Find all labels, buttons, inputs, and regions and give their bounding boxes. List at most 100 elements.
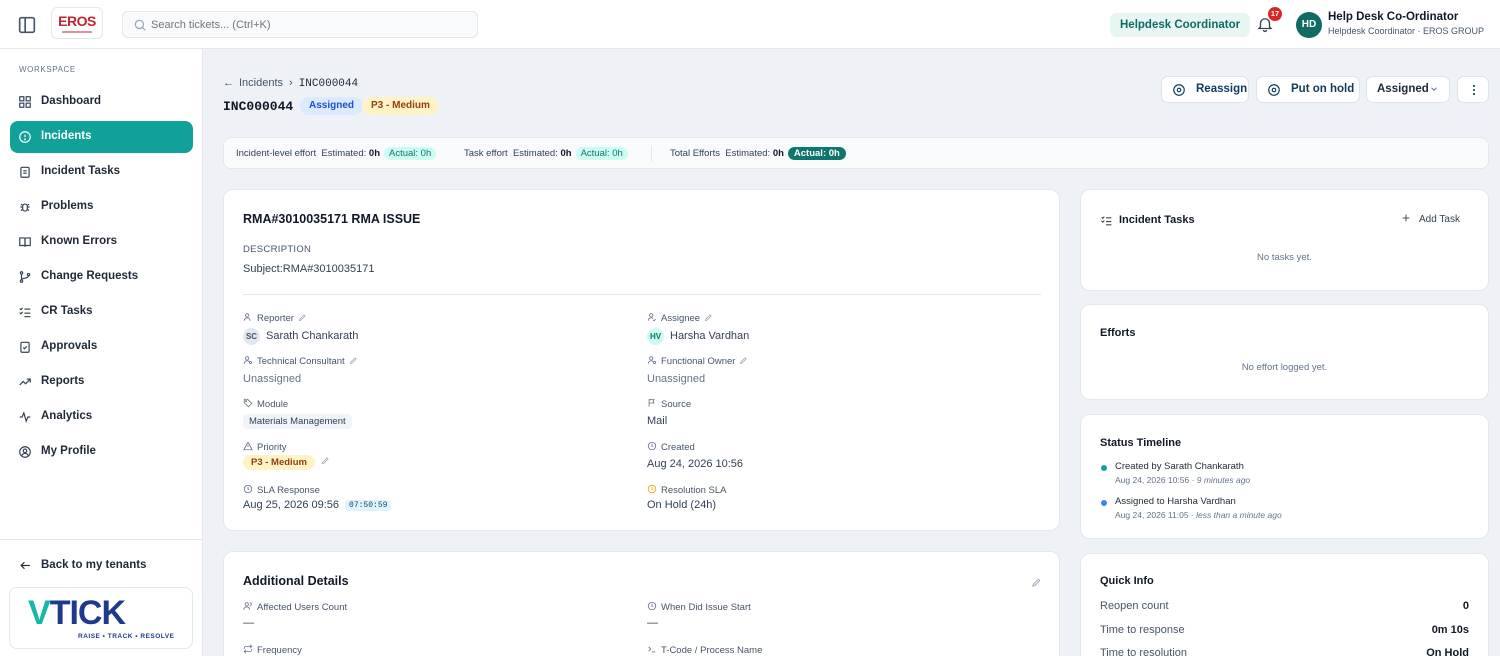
sidebar-item-dashboard[interactable]: Dashboard: [10, 86, 193, 118]
company-logo[interactable]: EROS: [51, 7, 103, 39]
edit-priority-icon[interactable]: [321, 456, 330, 465]
clock-icon: [647, 441, 657, 451]
bug-icon: [20, 203, 30, 212]
created-value: Aug 24, 2026 10:56: [647, 458, 744, 470]
effort-summary-bar: Incident-level effort Estimated: 0h Actua…: [223, 137, 1489, 169]
priority-value[interactable]: P3 - Medium: [243, 455, 330, 470]
module-label: Module: [257, 399, 289, 410]
total-effort: Total Efforts Estimated: 0h Actual: 0h: [670, 147, 846, 160]
edit-additional-details-icon[interactable]: [1031, 577, 1042, 588]
description-label: DESCRIPTION: [243, 244, 312, 255]
timeline-ago: less than a minute ago: [1196, 510, 1282, 520]
priority-label: Priority: [257, 442, 287, 453]
sidebar-item-change-requests[interactable]: Change Requests: [10, 261, 193, 293]
book-icon: [19, 237, 31, 247]
resolution-sla-label: Resolution SLA: [661, 485, 727, 496]
brand-wordmark: VTICK: [28, 594, 126, 633]
sidebar-item-my-profile[interactable]: My Profile: [10, 436, 193, 468]
arrow-left-icon: [20, 561, 30, 570]
vtick-brand-logo: VTICK RAISE • TRACK • RESOLVE: [9, 587, 193, 649]
add-task-button[interactable]: Add Task: [1401, 213, 1460, 225]
status-select[interactable]: Assigned: [1366, 76, 1450, 103]
repeat-icon: [243, 644, 253, 654]
assignee-name: Harsha Vardhan: [670, 330, 750, 342]
timeline-dot: [1101, 465, 1107, 471]
chevron-right-icon: ›: [289, 77, 293, 89]
additional-details-card: Additional Details Affected Users Count …: [223, 551, 1060, 656]
details-divider: [243, 294, 1041, 295]
user-cog-icon: [243, 356, 252, 364]
sidebar-item-problems[interactable]: Problems: [10, 191, 193, 223]
edit-assignee-icon[interactable]: [704, 313, 713, 322]
sla-response-field-label: SLA Response: [243, 484, 320, 496]
sidebar-item-incident-tasks[interactable]: Incident Tasks: [10, 156, 193, 188]
sla-response-date: Aug 25, 2026 09:56: [243, 499, 340, 511]
back-to-tenants-link[interactable]: Back to my tenants: [19, 559, 146, 571]
search-input[interactable]: [151, 16, 461, 34]
total-actual-badge: Actual: 0h: [787, 147, 846, 160]
clock-icon: [243, 484, 253, 494]
role-chip[interactable]: Helpdesk Coordinator: [1110, 13, 1251, 37]
affected-users-field-label: Affected Users Count: [243, 601, 347, 613]
source-label: Source: [661, 399, 692, 410]
frequency-label: Frequency: [257, 645, 302, 656]
sidebar-item-known-errors[interactable]: Known Errors: [10, 226, 193, 258]
hold-label: Put on hold: [1291, 83, 1355, 95]
reporter-field-label: Reporter: [243, 312, 307, 324]
effort-divider: [651, 146, 652, 162]
no-effort-message: No effort logged yet.: [1241, 362, 1328, 373]
breadcrumb-incidents[interactable]: Incidents: [239, 77, 283, 89]
reporter-label: Reporter: [257, 313, 294, 324]
brand-text: TICK: [49, 594, 126, 632]
task-estimated-label: Estimated:: [512, 148, 558, 159]
edit-functional-owner-icon[interactable]: [739, 356, 748, 365]
reassign-label: Reassign: [1196, 83, 1248, 95]
user-avatar[interactable]: HD: [1296, 12, 1322, 38]
timeline-date: Aug 24, 2026 10:56 ·: [1115, 475, 1197, 485]
sidebar-item-label: Analytics: [41, 410, 93, 422]
put-on-hold-button[interactable]: Put on hold: [1256, 76, 1360, 103]
arrow-left-icon: ←: [223, 77, 234, 89]
additional-details-title: Additional Details: [243, 574, 349, 588]
search-box[interactable]: [122, 11, 478, 38]
sidebar-item-label: Reports: [41, 375, 85, 387]
more-actions-button[interactable]: [1457, 76, 1489, 103]
sidebar-item-label: Incidents: [41, 130, 92, 142]
status-select-value: Assigned: [1377, 83, 1429, 95]
users-icon: [243, 602, 252, 610]
sidebar-item-label: Incident Tasks: [41, 165, 121, 177]
sidebar-item-approvals[interactable]: Approvals: [10, 331, 193, 363]
timeline-date: Aug 24, 2026 11:05 ·: [1115, 510, 1197, 520]
alert-triangle-icon: [243, 441, 253, 451]
sidebar-item-label: CR Tasks: [41, 305, 93, 317]
status-timeline-title: Status Timeline: [1100, 437, 1182, 449]
clock-icon: [647, 601, 657, 611]
time-to-resolution-label: Time to resolution: [1100, 647, 1188, 656]
sidebar-item-cr-tasks[interactable]: CR Tasks: [10, 296, 193, 328]
edit-technical-consultant-icon[interactable]: [349, 356, 358, 365]
sidebar-item-label: Change Requests: [41, 270, 139, 282]
issue-start-field-label: When Did Issue Start: [647, 601, 751, 613]
sidebar-item-reports[interactable]: Reports: [10, 366, 193, 398]
clipboard-icon: [20, 166, 30, 178]
add-task-label: Add Task: [1419, 214, 1460, 225]
priority-field-label: Priority: [243, 441, 287, 453]
task-effort-label: Task effort: [464, 148, 508, 159]
user-name[interactable]: Help Desk Co-Ordinator: [1328, 11, 1458, 23]
assignee-value[interactable]: HV Harsha Vardhan: [647, 328, 749, 345]
list-checks-icon: [19, 307, 31, 318]
reporter-value[interactable]: SC Sarath Chankarath: [243, 328, 358, 345]
status-badge: Assigned: [300, 97, 364, 115]
timeline-entry-text: Assigned to Harsha Vardhan: [1115, 496, 1236, 507]
edit-reporter-icon[interactable]: [298, 313, 307, 322]
sidebar-item-incidents[interactable]: Incidents: [10, 121, 193, 153]
sidebar-item-analytics[interactable]: Analytics: [10, 401, 193, 433]
tcode-field-label: T-Code / Process Name: [647, 644, 762, 656]
page-title: INC000044: [223, 99, 294, 114]
reassign-button[interactable]: Reassign: [1161, 76, 1249, 103]
sidebar-item-label: Problems: [41, 200, 94, 212]
sidebar-toggle-icon[interactable]: [16, 14, 38, 36]
module-field-label: Module: [243, 398, 288, 410]
chevron-down-icon: [1431, 87, 1437, 91]
source-field-label: Source: [647, 398, 691, 410]
